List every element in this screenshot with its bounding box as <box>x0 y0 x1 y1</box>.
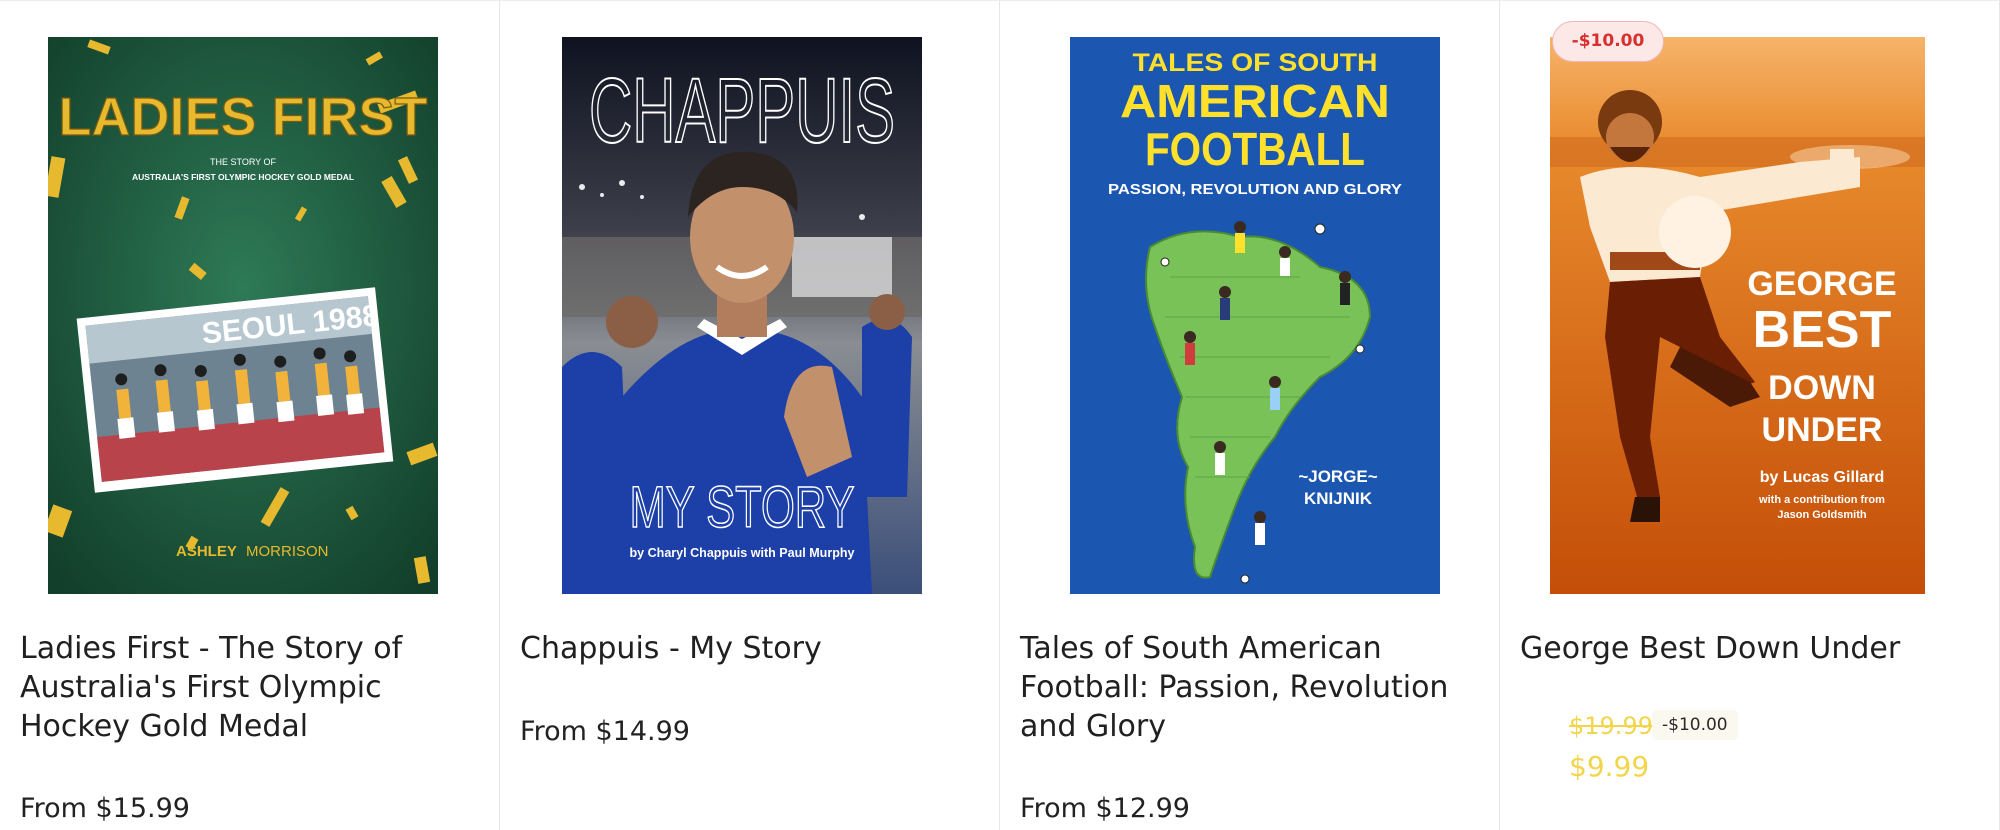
cover-tagline: PASSION, REVOLUTION AND GLORY <box>1108 181 1402 198</box>
product-title[interactable]: Tales of South American Football: Passio… <box>1020 629 1460 746</box>
product-card-george-best-down-under[interactable]: GEORGE BEST DOWN UNDER by Lucas Gillard … <box>1500 1 2000 830</box>
product-card-ladies-first[interactable]: LADIES FIRST THE STORY OF AUSTRALIA'S FI… <box>0 1 500 830</box>
cover-line3: FOOTBALL <box>1145 123 1365 175</box>
cover-title: LADIES FIRST <box>58 87 427 147</box>
product-price: From $15.99 <box>20 793 190 824</box>
cover-byline: by Lucas Gillard <box>1760 469 1884 486</box>
cover-author-first: ASHLEY <box>176 543 237 560</box>
book-cover-ladies-first[interactable]: LADIES FIRST THE STORY OF AUSTRALIA'S FI… <box>48 37 438 594</box>
product-title[interactable]: Chappuis - My Story <box>520 629 920 668</box>
sale-price: $9.99 <box>1569 750 1650 783</box>
product-title[interactable]: Ladies First - The Story of Australia's … <box>20 629 420 746</box>
cover-author-last: MORRISON <box>246 543 329 560</box>
cover-line4: UNDER <box>1762 411 1883 449</box>
cover-line1: GEORGE <box>1747 265 1896 303</box>
product-grid: LADIES FIRST THE STORY OF AUSTRALIA'S FI… <box>0 0 2000 830</box>
cover-art: TALES OF SOUTH AMERICAN FOOTBALL PASSION… <box>1070 37 1440 594</box>
product-price: From $14.99 <box>520 716 690 747</box>
cover-line2: BEST <box>1753 301 1892 359</box>
product-title[interactable]: George Best Down Under <box>1520 629 1920 668</box>
book-cover-chappuis[interactable]: CHAPPUIS MY STORY by Charyl Chappuis wit… <box>562 37 922 594</box>
product-card-tales-south-american-football[interactable]: TALES OF SOUTH AMERICAN FOOTBALL PASSION… <box>1000 1 1500 830</box>
cover-contrib-line1: with a contribution from <box>1758 494 1885 506</box>
cover-author-line2: KNIJNIK <box>1304 489 1373 508</box>
book-cover-george-best-down-under[interactable]: GEORGE BEST DOWN UNDER by Lucas Gillard … <box>1550 37 1925 594</box>
original-price: $19.99 <box>1569 712 1653 740</box>
cover-subtitle: AUSTRALIA'S FIRST OLYMPIC HOCKEY GOLD ME… <box>132 172 354 182</box>
product-card-chappuis[interactable]: CHAPPUIS MY STORY by Charyl Chappuis wit… <box>500 1 1000 830</box>
cover-line1: TALES OF SOUTH <box>1133 49 1378 77</box>
savings-chip: -$10.00 <box>1652 710 1738 740</box>
cover-contrib-line2: Jason Goldsmith <box>1777 509 1867 521</box>
cover-author-line1: ~JORGE~ <box>1298 467 1377 486</box>
cover-byline: by Charyl Chappuis with Paul Murphy <box>630 545 856 560</box>
cover-kicker: THE STORY OF <box>210 157 277 167</box>
cover-line3: DOWN <box>1768 369 1876 407</box>
cover-art: CHAPPUIS MY STORY by Charyl Chappuis wit… <box>562 37 922 594</box>
cover-art: LADIES FIRST THE STORY OF AUSTRALIA'S FI… <box>48 37 438 594</box>
product-price: From $12.99 <box>1020 793 1190 824</box>
sale-badge: -$10.00 <box>1552 21 1664 62</box>
cover-art: GEORGE BEST DOWN UNDER by Lucas Gillard … <box>1550 37 1925 594</box>
cover-line2: AMERICAN <box>1120 75 1390 127</box>
cover-title: CHAPPUIS <box>589 60 895 162</box>
cover-subtitle: MY STORY <box>630 475 855 540</box>
book-cover-tales-south-american-football[interactable]: TALES OF SOUTH AMERICAN FOOTBALL PASSION… <box>1070 37 1440 594</box>
